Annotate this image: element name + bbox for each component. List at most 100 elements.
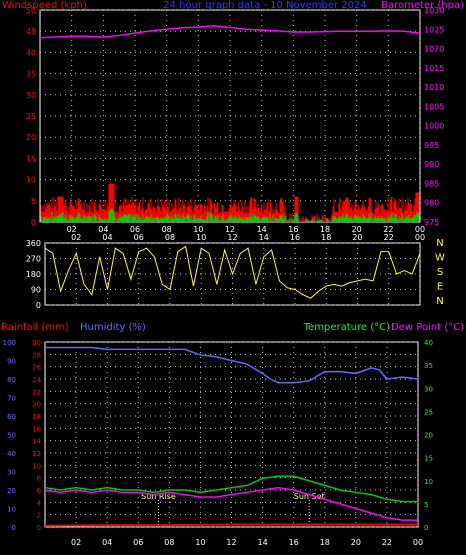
direction-tick-label: 360 — [26, 239, 41, 248]
dewpoint-axis-label: Dew Point (°C) — [391, 322, 464, 333]
direction-tick-label: 0 — [36, 301, 41, 310]
humidity-tick-label: 80 — [7, 376, 16, 384]
direction-x-tick-label: 18 — [321, 233, 331, 242]
temperature-tick-label: 0 — [424, 524, 428, 532]
rainfall-tick-label: 0 — [37, 524, 41, 532]
rain-x-tick-label: 00 — [413, 538, 423, 547]
barometer-tick-label: 980 — [424, 199, 439, 208]
rain-x-tick-label: 02 — [71, 538, 81, 547]
rainfall-tick-label: 18 — [32, 413, 41, 421]
barometer-tick-label: 995 — [424, 141, 439, 150]
temperature-tick-label: 10 — [424, 478, 433, 486]
rainfall-tick-label: 30 — [32, 339, 41, 347]
compass-label: N — [436, 238, 443, 249]
humidity-tick-label: 90 — [7, 358, 16, 366]
rainfall-tick-label: 24 — [32, 376, 41, 384]
barometer-tick-label: 1005 — [424, 102, 444, 111]
temperature-tick-label: 30 — [424, 385, 433, 393]
chart-title: 24 hour graph data - 10 November 2024 — [163, 0, 366, 11]
rainfall-tick-label: 20 — [32, 401, 41, 409]
humidity-tick-label: 50 — [7, 432, 16, 440]
barometer-tick-label: 975 — [424, 218, 439, 227]
humidity-tick-label: 10 — [7, 506, 16, 514]
barometer-tick-label: 990 — [424, 160, 439, 169]
rainfall-tick-label: 16 — [32, 425, 41, 433]
humidity-tick-label: 100 — [3, 339, 16, 347]
temperature-axis-label: Temperature (°C) — [303, 322, 390, 333]
temperature-tick-label: 35 — [424, 362, 433, 370]
barometer-axis-label: Barometer (hpa) — [381, 0, 464, 11]
direction-x-tick-label: 02 — [71, 233, 81, 242]
rainfall-tick-label: 4 — [37, 499, 42, 507]
wind-direction-line — [44, 245, 421, 299]
rain-x-tick-label: 16 — [289, 538, 299, 547]
direction-x-tick-label: 22 — [384, 233, 394, 242]
rain-x-tick-label: 04 — [102, 538, 112, 547]
rainfall-tick-label: 8 — [37, 475, 41, 483]
barometer-tick-label: 1000 — [424, 122, 444, 131]
rain-x-tick-label: 14 — [257, 538, 267, 547]
barometer-tick-label: 1020 — [424, 45, 444, 54]
rainfall-tick-label: 12 — [32, 450, 41, 458]
direction-x-tick-label: 00 — [415, 233, 425, 242]
direction-x-tick-label: 08 — [165, 233, 175, 242]
rainfall-tick-label: 28 — [32, 351, 41, 359]
humidity-tick-label: 70 — [7, 395, 16, 403]
windspeed-tick-label: 30 — [26, 91, 36, 100]
rain-x-tick-label: 06 — [133, 538, 143, 547]
compass-label: S — [437, 267, 443, 278]
rainfall-axis-label: Rainfall (mm) — [1, 322, 69, 333]
rain-x-tick-label: 18 — [320, 538, 330, 547]
barometer-tick-label: 1025 — [424, 25, 444, 34]
rainfall-tick-label: 6 — [37, 487, 42, 495]
compass-label: N — [436, 296, 443, 307]
humidity-tick-label: 20 — [7, 487, 16, 495]
weather-graphs: 0 5 10 15 20 25 30 35 40 45 50 975 980 985 990 995 1000 1… — [0, 0, 466, 555]
rain-x-tick-label: 12 — [226, 538, 236, 547]
rainfall-tick-label: 14 — [32, 438, 41, 446]
barometer-tick-label: 985 — [424, 179, 439, 188]
direction-x-tick-label: 12 — [227, 233, 237, 242]
rainfall-line — [44, 523, 418, 527]
sunset-label: Sun Set — [294, 492, 325, 501]
temperature-tick-label: 40 — [424, 339, 433, 347]
rain-panel-frame — [44, 341, 419, 528]
windspeed-tick-label: 0 — [31, 218, 36, 227]
rainfall-tick-label: 26 — [32, 364, 41, 372]
windspeed-tick-label: 35 — [26, 70, 36, 79]
weather-chart-svg: 0510152025303540455097598098599099510001… — [1, 0, 464, 547]
windspeed-axis-label: Windspeed (kph) — [2, 0, 87, 11]
rainfall-tick-label: 22 — [32, 388, 41, 396]
compass-label: W — [435, 253, 445, 264]
rain-x-tick-label: 08 — [164, 538, 174, 547]
direction-x-tick-label: 14 — [259, 233, 269, 242]
direction-x-tick-label: 20 — [352, 233, 362, 242]
direction-tick-label: 180 — [26, 270, 41, 279]
rainfall-tick-label: 2 — [37, 512, 41, 520]
humidity-tick-label: 0 — [12, 524, 16, 532]
temperature-tick-label: 15 — [424, 455, 433, 463]
temperature-tick-label: 5 — [424, 501, 428, 509]
humidity-tick-label: 30 — [7, 469, 16, 477]
windspeed-tick-label: 5 — [31, 197, 36, 206]
windspeed-tick-label: 45 — [26, 27, 36, 36]
direction-tick-label: 90 — [31, 286, 41, 295]
windspeed-tick-label: 40 — [26, 48, 36, 57]
windspeed-tick-label: 20 — [26, 133, 36, 142]
rain-x-tick-label: 22 — [382, 538, 392, 547]
humidity-tick-label: 40 — [7, 450, 16, 458]
humidity-axis-label: Humidity (%) — [80, 322, 146, 333]
rain-x-tick-label: 10 — [195, 538, 205, 547]
rain-x-tick-label: 20 — [351, 538, 361, 547]
direction-x-tick-label: 16 — [290, 233, 300, 242]
rainfall-tick-label: 10 — [32, 462, 41, 470]
barometer-tick-label: 1010 — [424, 83, 444, 92]
humidity-tick-label: 60 — [7, 413, 16, 421]
compass-label: E — [437, 282, 443, 293]
temperature-tick-label: 20 — [424, 432, 433, 440]
temperature-tick-label: 25 — [424, 408, 433, 416]
direction-x-tick-label: 04 — [102, 233, 112, 242]
windspeed-tick-label: 15 — [26, 154, 36, 163]
direction-x-tick-label: 06 — [134, 233, 144, 242]
direction-tick-label: 270 — [26, 255, 41, 264]
